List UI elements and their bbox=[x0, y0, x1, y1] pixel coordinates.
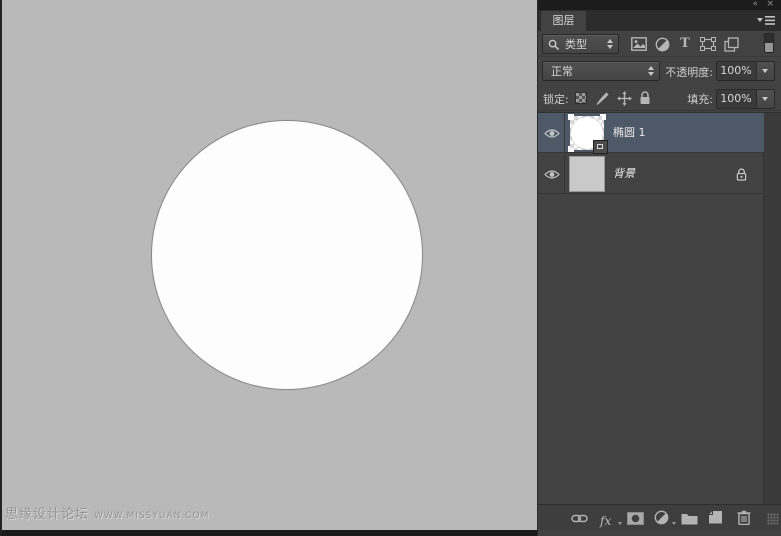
visibility-toggle[interactable] bbox=[538, 113, 565, 152]
layer-thumbnail[interactable] bbox=[570, 157, 604, 191]
fill-value-box[interactable]: 100% bbox=[716, 89, 775, 109]
close-panel-icon[interactable]: × bbox=[764, 0, 776, 10]
lock-row: 锁定: 填充: bbox=[538, 86, 781, 111]
new-layer-icon bbox=[708, 510, 723, 525]
panel-menu-button[interactable] bbox=[757, 15, 775, 26]
opacity-label: 不透明度: bbox=[665, 64, 713, 80]
opacity-dropdown-button[interactable] bbox=[756, 62, 774, 80]
panel-top-chrome: « × bbox=[538, 0, 781, 10]
new-adjustment-layer-button[interactable] bbox=[654, 510, 672, 526]
shape-layer-badge-icon bbox=[593, 140, 608, 154]
move-icon bbox=[617, 91, 632, 106]
vector-corner-mark bbox=[568, 146, 574, 152]
chevron-down-icon bbox=[762, 97, 768, 101]
lock-transparency-button[interactable] bbox=[573, 90, 590, 107]
layers-panel: « × 图层 类型 bbox=[537, 0, 781, 536]
layer-styles-button[interactable]: fx bbox=[600, 510, 618, 526]
layer-row-background[interactable]: 背景 bbox=[538, 154, 764, 194]
scrollbar-gutter bbox=[763, 113, 781, 504]
layer-name[interactable]: 椭圆 1 bbox=[613, 113, 646, 153]
filter-kind-dropdown[interactable]: 类型 bbox=[542, 34, 619, 54]
watermark-url: WWW.MISSYUAN.COM bbox=[94, 511, 209, 521]
new-group-button[interactable] bbox=[681, 510, 699, 526]
filter-adjustment-layers-button[interactable] bbox=[653, 35, 671, 53]
blend-mode-dropdown[interactable]: 正常 bbox=[542, 61, 660, 81]
fill-dropdown-button[interactable] bbox=[756, 90, 774, 108]
new-layer-button[interactable] bbox=[708, 510, 726, 526]
delete-layer-button[interactable] bbox=[737, 510, 755, 526]
filter-kind-value: 类型 bbox=[565, 35, 587, 54]
link-icon bbox=[571, 514, 588, 523]
lock-position-button[interactable] bbox=[616, 90, 633, 107]
fill-value: 100% bbox=[717, 90, 755, 108]
panel-tab-bar: 图层 bbox=[538, 10, 781, 31]
layer-row-ellipse[interactable]: 椭圆 1 bbox=[538, 113, 764, 153]
layers-toolbar: fx bbox=[538, 504, 781, 530]
background-lock-icon bbox=[736, 168, 747, 181]
folder-icon bbox=[681, 512, 698, 525]
blend-mode-row: 正常 不透明度: 100% bbox=[538, 58, 781, 85]
lock-pixels-button[interactable] bbox=[594, 90, 611, 107]
adjustment-circle-icon bbox=[654, 510, 669, 525]
layer-mask-icon bbox=[627, 512, 644, 525]
window-left-edge bbox=[0, 0, 2, 536]
padlock-icon bbox=[639, 91, 651, 105]
document-canvas[interactable]: 思缘设计论坛 WWW.MISSYUAN.COM bbox=[0, 0, 537, 530]
layers-list: 椭圆 1 背景 bbox=[538, 112, 781, 504]
opacity-value: 100% bbox=[717, 62, 755, 80]
tab-layers[interactable]: 图层 bbox=[541, 11, 586, 31]
vector-corner-mark bbox=[568, 114, 574, 120]
dropdown-spinner-icon bbox=[607, 39, 613, 49]
transparency-checker-icon bbox=[575, 92, 587, 104]
eye-icon bbox=[544, 128, 560, 139]
filter-type-layers-button[interactable]: T bbox=[676, 35, 694, 53]
lock-all-button[interactable] bbox=[637, 90, 654, 107]
filter-toggle-icon[interactable] bbox=[764, 33, 774, 53]
search-icon bbox=[548, 39, 560, 51]
type-layer-icon: T bbox=[676, 35, 694, 53]
photoshop-window: 思缘设计论坛 WWW.MISSYUAN.COM « × 图层 bbox=[0, 0, 781, 536]
ellipse-shape bbox=[152, 121, 422, 389]
watermark-title: 思缘设计论坛 bbox=[5, 507, 89, 522]
link-layers-button[interactable] bbox=[571, 510, 589, 526]
adjustment-layer-icon bbox=[655, 37, 670, 52]
filter-smart-objects-button[interactable] bbox=[722, 35, 740, 53]
watermark: 思缘设计论坛 WWW.MISSYUAN.COM bbox=[5, 503, 209, 522]
collapse-panels-icon[interactable]: « bbox=[750, 0, 759, 10]
dropdown-spinner-icon bbox=[648, 66, 654, 76]
shape-layer-icon bbox=[700, 37, 716, 51]
fill-label: 填充: bbox=[687, 91, 713, 107]
layer-name[interactable]: 背景 bbox=[613, 154, 635, 194]
fx-icon: fx bbox=[600, 514, 611, 528]
brush-icon bbox=[595, 91, 610, 106]
panel-menu-icon bbox=[757, 15, 775, 26]
layer-filter-row: 类型 T bbox=[538, 31, 781, 57]
chevron-down-icon bbox=[762, 69, 768, 73]
filter-shape-layers-button[interactable] bbox=[699, 35, 717, 53]
opacity-value-box[interactable]: 100% bbox=[716, 61, 775, 81]
chevron-down-icon bbox=[672, 522, 676, 525]
panel-resize-grip[interactable] bbox=[767, 513, 779, 525]
eye-icon bbox=[544, 169, 560, 180]
trash-icon bbox=[737, 510, 751, 525]
chevron-down-icon bbox=[618, 522, 622, 525]
layer-thumbnail[interactable] bbox=[570, 116, 604, 150]
blend-mode-value: 正常 bbox=[551, 62, 573, 81]
pixel-layer-icon bbox=[631, 37, 647, 51]
filter-pixel-layers-button[interactable] bbox=[630, 35, 648, 53]
visibility-toggle[interactable] bbox=[538, 154, 565, 193]
vector-corner-mark bbox=[600, 114, 606, 120]
lock-label: 锁定: bbox=[543, 91, 569, 107]
add-layer-mask-button[interactable] bbox=[627, 510, 645, 526]
smart-object-icon bbox=[724, 37, 739, 52]
